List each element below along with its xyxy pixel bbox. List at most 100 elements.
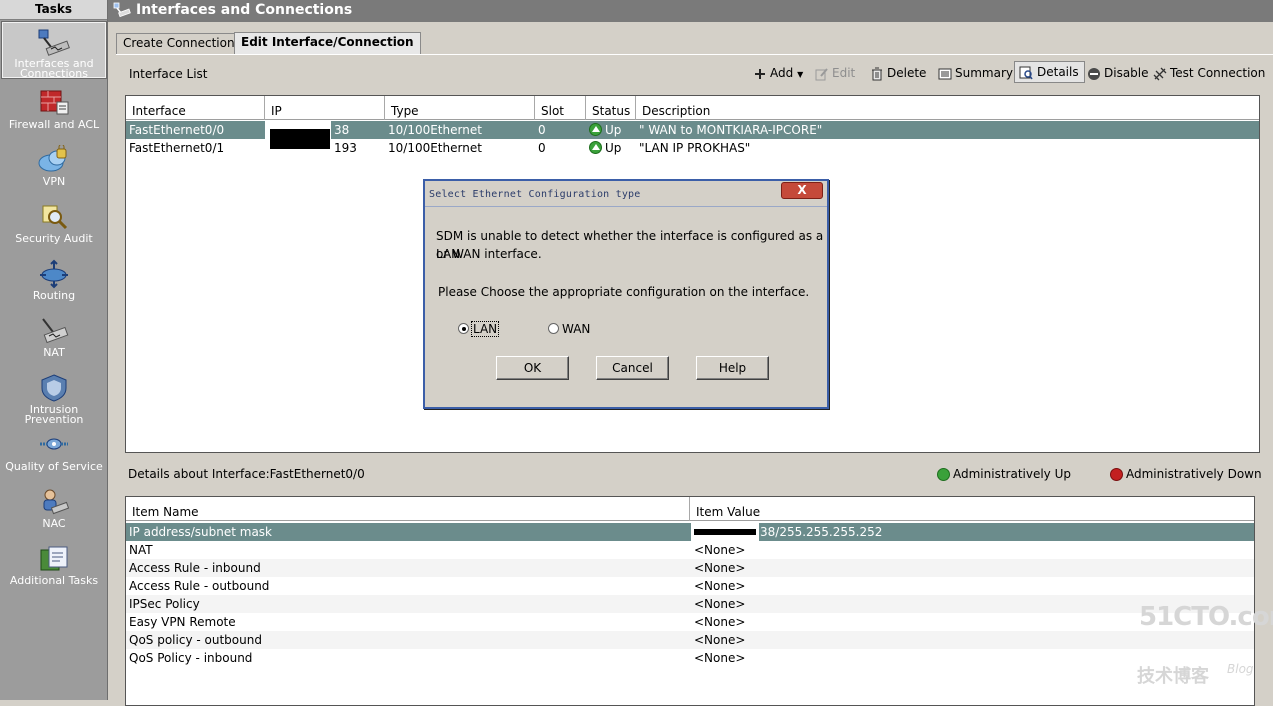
cell-ip: 38 bbox=[334, 123, 350, 137]
edit-button[interactable]: Edit bbox=[814, 63, 855, 85]
firewall-icon bbox=[40, 90, 69, 115]
cell-item-name: IP address/subnet mask bbox=[129, 525, 273, 539]
task-label: NAC bbox=[42, 517, 66, 530]
status-up-icon bbox=[589, 141, 602, 154]
legend-admin-down: Administratively Down bbox=[1110, 467, 1262, 481]
admin-down-icon bbox=[1110, 468, 1123, 481]
cell-description: "LAN IP PROKHAS" bbox=[639, 141, 751, 155]
table-row[interactable]: Access Rule - outbound <None> bbox=[126, 577, 1254, 595]
tab-create-connection[interactable]: Create Connection bbox=[116, 33, 242, 54]
cell-interface: FastEthernet0/1 bbox=[129, 141, 225, 155]
cell-slot: 0 bbox=[538, 123, 546, 137]
cell-item-value: <None> bbox=[694, 615, 746, 629]
edit-label: Edit bbox=[832, 66, 856, 80]
qos-icon bbox=[40, 438, 68, 450]
task-label: Additional Tasks bbox=[9, 574, 99, 587]
task-label: VPN bbox=[42, 175, 66, 188]
add-button[interactable]: Add ▼ bbox=[752, 63, 803, 85]
disable-icon bbox=[1088, 68, 1100, 80]
cell-item-value: <None> bbox=[694, 543, 746, 557]
disable-label: Disable bbox=[1104, 66, 1149, 80]
cell-status: Up bbox=[605, 123, 622, 137]
column-header[interactable]: Type bbox=[385, 96, 535, 120]
task-nac[interactable]: NAC bbox=[2, 483, 106, 539]
table-row[interactable]: IP address/subnet mask 38/255.255.255.25… bbox=[126, 523, 1254, 541]
cell-item-value: <None> bbox=[694, 633, 746, 647]
column-header[interactable]: Slot bbox=[535, 96, 586, 120]
edit-icon bbox=[815, 68, 828, 81]
table-row[interactable]: QoS Policy - inbound <None> bbox=[126, 649, 1254, 667]
add-label: Add bbox=[770, 66, 794, 80]
cell-description: " WAN to MONTKIARA-IPCORE" bbox=[639, 123, 823, 137]
table-row[interactable]: QoS policy - outbound <None> bbox=[126, 631, 1254, 649]
add-icon bbox=[755, 69, 765, 79]
tasks-sidebar: Tasks Interfaces and Connections Firewal… bbox=[0, 0, 108, 700]
task-label: Quality of Service bbox=[5, 460, 103, 473]
column-header[interactable]: Status bbox=[586, 96, 636, 120]
sidebar-title: Tasks bbox=[0, 0, 107, 20]
vpn-icon bbox=[38, 145, 67, 172]
legend-up-label: Administratively Up bbox=[953, 467, 1071, 481]
task-intrusion-prevention[interactable]: Intrusion Prevention bbox=[2, 369, 106, 425]
interface-table-header: Interface IP Type Slot Status Descriptio… bbox=[126, 96, 1259, 120]
trash-icon bbox=[872, 67, 882, 81]
task-label: Interfaces and Connections bbox=[14, 57, 94, 80]
task-nat[interactable]: NAT bbox=[2, 312, 106, 368]
summary-button[interactable]: Summary bbox=[937, 63, 1013, 85]
task-quality-of-service[interactable]: Quality of Service bbox=[2, 426, 106, 482]
task-firewall-and-acl[interactable]: Firewall and ACL bbox=[2, 84, 106, 140]
watermark-text: Blog bbox=[1227, 662, 1254, 676]
table-row[interactable]: Access Rule - inbound <None> bbox=[126, 559, 1254, 577]
radio-circle bbox=[548, 323, 559, 334]
status-up-icon bbox=[589, 123, 602, 136]
task-label: NAT bbox=[43, 346, 65, 359]
cell-slot: 0 bbox=[538, 141, 546, 155]
column-header[interactable]: Interface bbox=[126, 96, 265, 120]
table-row[interactable]: Easy VPN Remote <None> bbox=[126, 613, 1254, 631]
chevron-down-icon: ▼ bbox=[797, 70, 804, 79]
page-header: Interfaces and Connections bbox=[108, 0, 1273, 22]
task-label: Firewall and ACL bbox=[8, 118, 100, 131]
task-label: Security Audit bbox=[15, 232, 93, 245]
summary-label: Summary bbox=[955, 66, 1013, 80]
table-row[interactable]: NAT <None> bbox=[126, 541, 1254, 559]
column-header[interactable]: IP bbox=[265, 96, 385, 120]
task-security-audit[interactable]: Security Audit bbox=[2, 198, 106, 254]
ok-button[interactable]: OK bbox=[496, 356, 569, 380]
legend-down-label: Administratively Down bbox=[1126, 467, 1262, 481]
wan-radio[interactable]: WAN bbox=[548, 322, 590, 336]
help-button[interactable]: Help bbox=[696, 356, 769, 380]
cancel-button[interactable]: Cancel bbox=[596, 356, 669, 380]
lan-radio-label: LAN bbox=[470, 321, 500, 337]
page-title: Interfaces and Connections bbox=[136, 2, 353, 18]
details-table: Item Name Item Value IP address/subnet m… bbox=[125, 496, 1255, 706]
column-header[interactable]: Item Name bbox=[126, 497, 690, 521]
watermark-logo: 51CTO.com bbox=[1139, 602, 1273, 632]
close-button[interactable]: X bbox=[781, 182, 823, 199]
column-header[interactable]: Description bbox=[636, 96, 1259, 120]
test-connection-button[interactable]: Test Connection bbox=[1152, 63, 1265, 85]
disable-button[interactable]: Disable bbox=[1086, 63, 1149, 85]
ethernet-config-dialog: Select Ethernet Configuration type X SDM… bbox=[423, 179, 829, 409]
nac-icon bbox=[43, 489, 70, 515]
task-label: Intrusion Prevention bbox=[24, 403, 84, 426]
task-additional-tasks[interactable]: Additional Tasks bbox=[2, 540, 106, 596]
task-routing[interactable]: Routing bbox=[2, 255, 106, 311]
task-vpn[interactable]: VPN bbox=[2, 141, 106, 197]
cell-status: Up bbox=[605, 141, 622, 155]
wan-radio-label: WAN bbox=[562, 322, 591, 336]
test-connection-icon bbox=[1153, 67, 1167, 81]
column-header[interactable]: Item Value bbox=[690, 497, 1254, 521]
tab-edit-interface-connection[interactable]: Edit Interface/Connection bbox=[234, 32, 421, 54]
task-interfaces-and-connections[interactable]: Interfaces and Connections bbox=[1, 21, 107, 80]
dialog-message: or WAN interface. bbox=[436, 247, 542, 261]
task-label: Routing bbox=[32, 289, 76, 302]
cell-item-value: <None> bbox=[694, 579, 746, 593]
table-row[interactable]: IPSec Policy <None> bbox=[126, 595, 1254, 613]
lan-radio[interactable]: LAN bbox=[458, 321, 500, 337]
redacted-ip-block bbox=[270, 129, 330, 149]
legend-admin-up: Administratively Up bbox=[937, 467, 1071, 481]
details-button[interactable]: Details bbox=[1014, 61, 1085, 83]
delete-button[interactable]: Delete bbox=[869, 63, 926, 85]
cell-item-name: QoS Policy - inbound bbox=[129, 651, 253, 665]
